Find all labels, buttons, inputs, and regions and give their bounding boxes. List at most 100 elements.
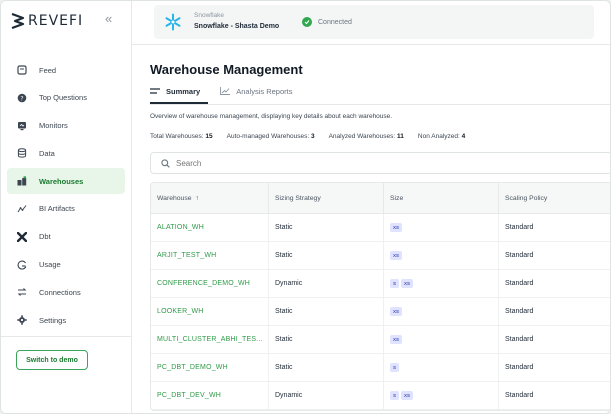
database-icon bbox=[17, 148, 27, 159]
tab-analysis-reports-label: Analysis Reports bbox=[236, 86, 293, 96]
table-row[interactable]: PC_DBT_DEV_WH Dynamic S XS Standard bbox=[151, 382, 610, 410]
connection-name: Snowflake - Shasta Demo bbox=[194, 23, 280, 30]
sidebar-item-label: Dbt bbox=[39, 232, 51, 242]
sidebar-item-settings[interactable]: Settings bbox=[7, 307, 125, 333]
cell-scaling-policy: Standard bbox=[505, 252, 534, 259]
cell-warehouse: CONFERENCE_DEMO_WH bbox=[151, 270, 269, 297]
sidebar-item-label: Settings bbox=[39, 315, 67, 325]
cell-scaling-policy: Standard bbox=[505, 224, 534, 231]
column-header-sizing-strategy[interactable]: Sizing Strategy bbox=[269, 183, 384, 213]
size-chip: S bbox=[390, 391, 400, 400]
warehouse-link[interactable]: PC_DBT_DEMO_WH bbox=[157, 364, 228, 371]
sidebar-item-monitors[interactable]: Monitors bbox=[7, 113, 125, 139]
cell-size: XS bbox=[384, 326, 499, 353]
cell-scaling-policy: Standard bbox=[505, 308, 534, 315]
warehouse-link[interactable]: CONFERENCE_DEMO_WH bbox=[157, 280, 250, 287]
table-row[interactable]: MULTI_CLUSTER_ABHI_TES... Static XS Standar… bbox=[151, 326, 610, 354]
warehouse-link[interactable]: PC_DBT_DEV_WH bbox=[157, 392, 221, 399]
connection-status: Connected bbox=[302, 17, 352, 27]
size-chip: XS bbox=[401, 391, 414, 400]
sidebar-item-label: Top Questions bbox=[39, 93, 87, 103]
switch-to-demo-button[interactable]: Switch to demo bbox=[16, 350, 88, 370]
cell-warehouse: PC_DBT_DEV_WH bbox=[151, 382, 269, 409]
tab-summary[interactable]: Summary bbox=[150, 85, 200, 97]
connections-icon bbox=[17, 287, 27, 297]
stat-analyzed: Analyzed Warehouses: 11 bbox=[328, 133, 404, 140]
column-header-warehouse[interactable]: Warehouse ↑ bbox=[151, 183, 269, 213]
cell-warehouse: MULTI_CLUSTER_ABHI_TES... bbox=[151, 326, 269, 353]
search-box[interactable] bbox=[150, 152, 610, 174]
sidebar-item-label: Data bbox=[39, 148, 55, 158]
app-window: REVEFI « Feed ? Top Questions Monitors D… bbox=[0, 0, 611, 414]
warehouse-link[interactable]: ALATION_WH bbox=[157, 224, 204, 231]
brand-name: REVEFI bbox=[28, 13, 84, 29]
table-row[interactable]: LOOKER_WH Static XS Standard bbox=[151, 298, 610, 326]
table-row[interactable]: CONFERENCE_DEMO_WH Dynamic S XS Standard bbox=[151, 270, 610, 298]
sidebar-item-usage[interactable]: Usage bbox=[7, 252, 125, 278]
table-row[interactable]: PC_DBT_DEMO_WH Static S Standard bbox=[151, 354, 610, 382]
sidebar-item-feed[interactable]: Feed bbox=[7, 57, 125, 83]
connection-selector[interactable]: Snowflake Snowflake - Shasta Demo Connec… bbox=[154, 5, 594, 39]
collapse-sidebar-icon[interactable]: « bbox=[105, 11, 112, 26]
column-header-size[interactable]: Size bbox=[384, 183, 499, 213]
size-chip: XS bbox=[390, 307, 403, 316]
warehouse-link[interactable]: LOOKER_WH bbox=[157, 308, 204, 315]
column-header-scaling-policy[interactable]: Scaling Policy bbox=[499, 183, 610, 213]
revefi-logo-icon bbox=[11, 13, 25, 29]
question-icon: ? bbox=[17, 93, 27, 103]
cell-sizing-strategy: Static bbox=[269, 326, 384, 353]
sidebar-nav: Feed ? Top Questions Monitors Data Wareh… bbox=[7, 57, 125, 335]
dbt-icon bbox=[17, 231, 27, 242]
sidebar-item-label: Feed bbox=[39, 65, 57, 75]
cell-sizing-strategy: Static bbox=[269, 298, 384, 325]
usage-icon bbox=[17, 260, 27, 270]
size-chip: XS bbox=[401, 279, 414, 288]
search-icon bbox=[161, 158, 170, 168]
size-chip: XS bbox=[390, 223, 403, 232]
tab-analysis-reports[interactable]: Analysis Reports bbox=[220, 85, 292, 97]
tab-divider bbox=[150, 104, 610, 105]
cell-size: S XS bbox=[384, 382, 499, 409]
list-icon bbox=[150, 88, 160, 94]
stat-non-analyzed: Non Analyzed: 4 bbox=[417, 133, 466, 140]
cell-size: XS bbox=[384, 298, 499, 325]
sidebar-divider bbox=[1, 336, 132, 337]
sidebar-item-data[interactable]: Data bbox=[7, 140, 125, 166]
cell-scaling-policy: Standard bbox=[505, 364, 534, 371]
sidebar-item-dbt[interactable]: Dbt bbox=[7, 224, 125, 250]
cell-warehouse: ARJIT_TEST_WH bbox=[151, 242, 269, 269]
cell-scaling-policy: Standard bbox=[505, 280, 534, 287]
table-row[interactable]: ALATION_WH Static XS Standard bbox=[151, 214, 610, 242]
cell-sizing-strategy: Dynamic bbox=[269, 382, 384, 409]
sidebar-item-label: Usage bbox=[39, 260, 61, 270]
warehouse-stats: Total Warehouses: 15 Auto-managed Wareho… bbox=[150, 133, 479, 140]
connection-status-text: Connected bbox=[318, 18, 352, 26]
svg-text:?: ? bbox=[20, 95, 23, 102]
sidebar-item-bi-artifacts[interactable]: BI Artifacts bbox=[7, 196, 125, 222]
cell-sizing-strategy: Static bbox=[269, 214, 384, 241]
sort-ascending-icon[interactable]: ↑ bbox=[196, 195, 199, 202]
cell-size: XS bbox=[384, 242, 499, 269]
warehouse-icon bbox=[17, 176, 27, 186]
cell-warehouse: PC_DBT_DEMO_WH bbox=[151, 354, 269, 381]
search-input[interactable] bbox=[176, 158, 576, 168]
stat-total: Total Warehouses: 15 bbox=[150, 133, 213, 140]
warehouse-link[interactable]: ARJIT_TEST_WH bbox=[157, 252, 216, 259]
cell-size: S bbox=[384, 354, 499, 381]
brand-logo[interactable]: REVEFI bbox=[11, 11, 83, 31]
warehouse-link[interactable]: MULTI_CLUSTER_ABHI_TES... bbox=[157, 336, 263, 343]
sidebar-item-label: BI Artifacts bbox=[39, 204, 75, 214]
cell-warehouse: ALATION_WH bbox=[151, 214, 269, 241]
connection-provider: Snowflake bbox=[194, 12, 224, 19]
snowflake-icon bbox=[165, 13, 181, 31]
table-row[interactable]: ARJIT_TEST_WH Static XS Standard bbox=[151, 242, 610, 270]
gear-icon bbox=[17, 315, 27, 325]
page-title: Warehouse Management bbox=[150, 62, 303, 77]
sidebar-item-warehouses[interactable]: Warehouses bbox=[7, 168, 125, 195]
cell-sizing-strategy: Static bbox=[269, 242, 384, 269]
sidebar-item-top-questions[interactable]: ? Top Questions bbox=[7, 85, 125, 111]
warehouse-table: Warehouse ↑ Sizing Strategy Size Scaling … bbox=[150, 182, 610, 411]
connection-bar: Snowflake Snowflake - Shasta Demo Connec… bbox=[132, 1, 610, 45]
cell-warehouse: LOOKER_WH bbox=[151, 298, 269, 325]
sidebar-item-connections[interactable]: Connections bbox=[7, 279, 125, 305]
